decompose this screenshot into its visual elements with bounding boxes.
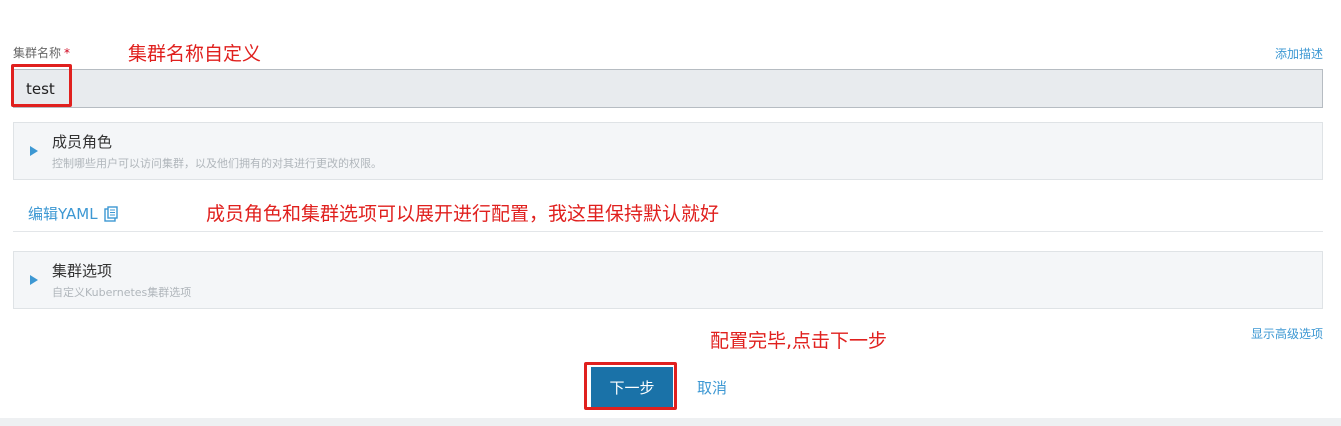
cancel-link[interactable]: 取消	[697, 377, 727, 398]
expand-arrow-icon	[30, 146, 38, 156]
cluster-options-title: 集群选项	[52, 262, 113, 280]
edit-yaml-label: 编辑YAML	[28, 205, 98, 223]
cluster-name-label-text: 集群名称	[13, 46, 62, 60]
create-cluster-form: 集群名称* 添加描述 成员角色 控制哪些用户可以访问集群，以及他们拥有的对其进行…	[0, 0, 1341, 426]
annotation-panels: 成员角色和集群选项可以展开进行配置，我这里保持默认就好	[206, 203, 720, 225]
footer-bar	[0, 418, 1341, 426]
show-advanced-options-link[interactable]: 显示高级选项	[1251, 325, 1323, 342]
member-roles-panel[interactable]: 成员角色 控制哪些用户可以访问集群，以及他们拥有的对其进行更改的权限。	[13, 122, 1323, 180]
cluster-options-description: 自定义Kubernetes集群选项	[52, 286, 192, 299]
highlight-box-next-button	[584, 362, 677, 410]
cluster-options-panel[interactable]: 集群选项 自定义Kubernetes集群选项	[13, 251, 1323, 309]
clipboard-icon	[103, 205, 118, 222]
member-roles-description: 控制哪些用户可以访问集群，以及他们拥有的对其进行更改的权限。	[52, 157, 382, 170]
cluster-name-label: 集群名称 *	[13, 44, 70, 61]
section-divider	[13, 231, 1323, 232]
annotation-next: 配置完毕,点击下一步	[710, 330, 888, 352]
edit-yaml-link[interactable]: 编辑YAML	[28, 203, 118, 224]
highlight-box-name-input	[11, 64, 72, 107]
expand-arrow-icon	[30, 275, 38, 285]
annotation-cluster-name: 集群名称自定义	[128, 43, 262, 65]
member-roles-title: 成员角色	[52, 133, 113, 151]
add-description-link[interactable]: 添加描述	[1275, 45, 1323, 62]
cluster-name-input[interactable]	[13, 69, 1323, 108]
required-mark: *	[64, 46, 71, 60]
